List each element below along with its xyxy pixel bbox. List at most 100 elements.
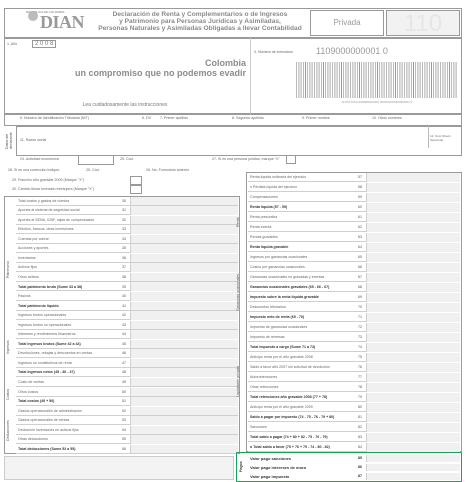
value-field[interactable] (366, 302, 460, 312)
value-field[interactable] (130, 416, 238, 425)
value-field[interactable] (366, 342, 460, 352)
value-field[interactable] (366, 202, 460, 212)
value-field[interactable] (130, 292, 238, 301)
value-field[interactable] (366, 252, 460, 262)
row-number: 63 (358, 234, 362, 239)
value-field[interactable] (130, 215, 238, 225)
value-field[interactable] (130, 406, 238, 416)
correction-code-label: 25. Cód. (120, 157, 134, 161)
row-number: 64 (358, 244, 362, 249)
payment-number: 86 (358, 465, 362, 469)
value-field[interactable] (366, 282, 460, 292)
value-field[interactable] (366, 292, 460, 302)
row-number: 83 (358, 434, 362, 439)
value-field[interactable] (366, 232, 460, 242)
row-label: Gastos operacionales de ventas (18, 418, 70, 423)
value-field[interactable] (130, 244, 238, 253)
value-field[interactable] (366, 432, 460, 442)
value-field[interactable] (130, 358, 238, 368)
privacy-label: Privada (333, 18, 361, 27)
value-field[interactable] (130, 263, 238, 272)
value-field[interactable] (366, 212, 460, 222)
legal-person-label: 27. Si es una persona jurídica, marque "… (212, 157, 280, 161)
row-label: Impuesto de remesas (250, 334, 285, 339)
value-field[interactable] (130, 311, 238, 320)
shield-icon (28, 11, 38, 21)
row-label: Rentas gravables (250, 234, 278, 239)
row-number: 73 (358, 334, 362, 339)
value-field[interactable] (130, 253, 238, 263)
value-field[interactable] (366, 402, 460, 412)
value-field[interactable] (366, 442, 460, 452)
row-number: 78 (358, 384, 362, 389)
row-label: Renta presuntiva (250, 214, 278, 219)
payment-label: Valor pago intereses de mora (250, 465, 306, 470)
row-label: Renta líquida (57 - 59) (250, 204, 288, 209)
row-number: 71 (358, 314, 362, 319)
value-field[interactable] (366, 362, 460, 372)
value-field[interactable] (366, 272, 460, 282)
fraction-year-checkbox[interactable] (130, 176, 142, 185)
activity-input[interactable] (78, 155, 114, 165)
value-field[interactable] (130, 301, 238, 311)
value-field[interactable] (366, 382, 460, 392)
investment-change-label: 30. Cambio titular inversión extranjera … (12, 187, 95, 191)
value-field[interactable] (130, 425, 238, 435)
value-field[interactable] (130, 397, 238, 406)
row-number: 58 (358, 184, 362, 189)
value-field[interactable] (130, 196, 238, 206)
value-field[interactable] (130, 272, 238, 282)
row-label: Total impuesto a cargo (Sume 71 a 73) (250, 344, 316, 349)
value-field[interactable] (130, 444, 238, 454)
value-field[interactable] (366, 372, 460, 382)
value-field[interactable] (366, 172, 460, 182)
row-number: 54 (122, 427, 126, 432)
row-number: 82 (358, 424, 362, 429)
row-number: 43 (122, 322, 126, 327)
value-field[interactable] (366, 412, 460, 422)
row-label: Costo de ventas (18, 380, 44, 385)
value-field[interactable] (366, 182, 460, 192)
form-number-value: 1109000000001 0 (316, 46, 388, 56)
value-field[interactable] (130, 330, 238, 339)
row-number: 38 (122, 274, 126, 279)
value-field[interactable] (366, 192, 460, 202)
value-field[interactable] (366, 392, 460, 402)
row-number: 52 (122, 408, 126, 413)
value-field[interactable] (130, 225, 238, 234)
value-field[interactable] (130, 339, 238, 349)
value-field[interactable] (366, 422, 460, 432)
value-field[interactable] (130, 234, 238, 244)
value-field[interactable] (366, 222, 460, 232)
payment-field[interactable] (366, 473, 460, 480)
row-label: o Pérdida líquida del ejercicio (250, 184, 297, 189)
value-field[interactable] (130, 387, 238, 397)
value-field[interactable] (130, 435, 238, 444)
value-field[interactable] (130, 368, 238, 377)
row-number: 56 (122, 446, 126, 451)
year-label: 1. Año (7, 42, 18, 46)
year-value[interactable]: 2 0 0 8 (32, 40, 57, 48)
value-field[interactable] (366, 352, 460, 362)
payment-field[interactable] (366, 464, 460, 471)
value-field[interactable] (130, 320, 238, 330)
row-number: 30 (122, 198, 126, 203)
legal-person-checkbox[interactable] (286, 155, 296, 164)
value-field[interactable] (366, 322, 460, 332)
tax-form-page: REPUBLICA DE COLOMBIA DIAN Declaración d… (0, 0, 466, 482)
value-field[interactable] (130, 206, 238, 215)
payment-number: 85 (358, 456, 362, 460)
row-number: 61 (358, 214, 362, 219)
value-field[interactable] (366, 332, 460, 342)
row-number: 40 (122, 294, 126, 299)
value-field[interactable] (366, 312, 460, 322)
value-field[interactable] (366, 262, 460, 272)
value-field[interactable] (130, 377, 238, 387)
investment-change-checkbox[interactable] (130, 185, 142, 194)
row-label: Anticipo renta por el año gravable 2009 (250, 404, 313, 409)
value-field[interactable] (130, 282, 238, 291)
value-field[interactable] (130, 349, 238, 358)
row-number: 33 (122, 227, 126, 232)
payment-field[interactable] (366, 455, 460, 462)
value-field[interactable] (366, 242, 460, 252)
